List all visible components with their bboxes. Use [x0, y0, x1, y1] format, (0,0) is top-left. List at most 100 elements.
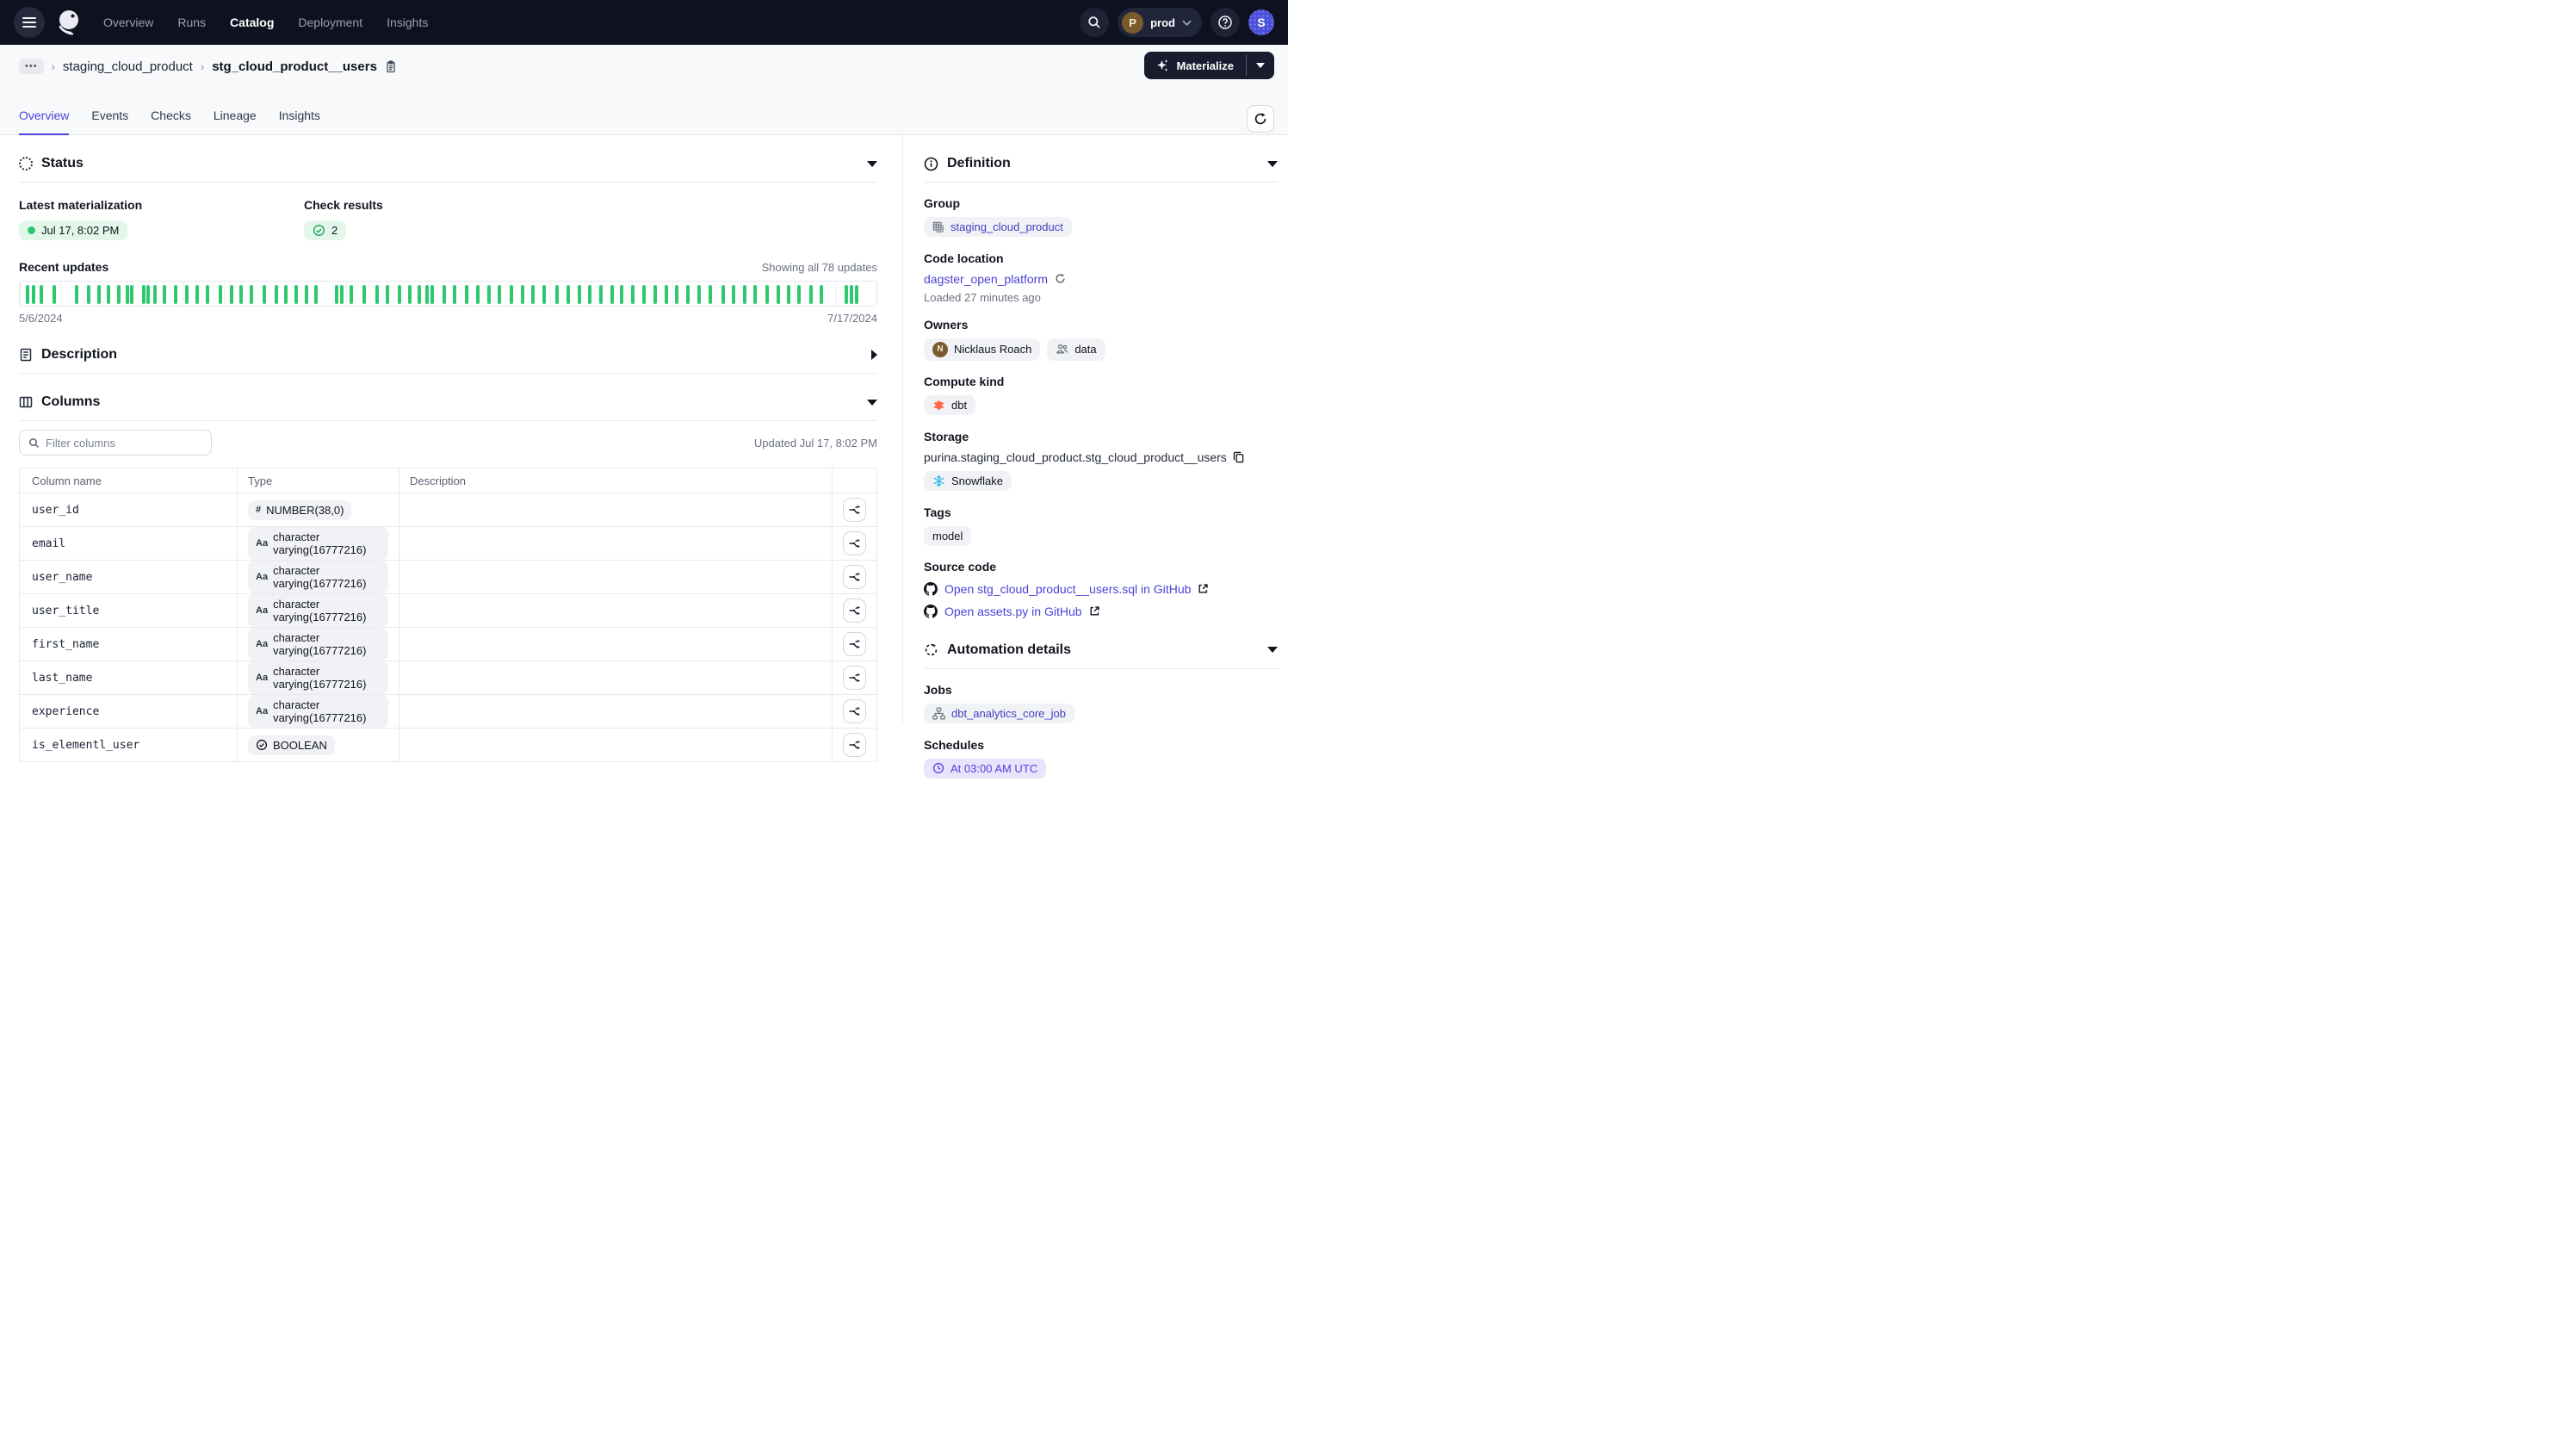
update-bar[interactable]: [163, 285, 166, 304]
update-bar[interactable]: [845, 285, 848, 304]
update-bar[interactable]: [195, 285, 199, 304]
update-bar[interactable]: [350, 285, 353, 304]
update-bar[interactable]: [305, 285, 308, 304]
update-bar[interactable]: [75, 285, 78, 304]
column-lineage-button[interactable]: [843, 733, 866, 757]
update-bar[interactable]: [665, 285, 668, 304]
materialize-dropdown-button[interactable]: [1247, 52, 1274, 79]
user-avatar[interactable]: S: [1248, 9, 1274, 35]
source-code-sql-link[interactable]: Open stg_cloud_product__users.sql in Git…: [944, 582, 1191, 596]
job-pill[interactable]: dbt_analytics_core_job: [924, 704, 1074, 723]
environment-switcher[interactable]: P prod: [1118, 8, 1202, 37]
update-bar[interactable]: [362, 285, 366, 304]
update-bar[interactable]: [408, 285, 412, 304]
update-bar[interactable]: [542, 285, 546, 304]
latest-materialization-pill[interactable]: Jul 17, 8:02 PM: [19, 220, 127, 240]
hamburger-menu-button[interactable]: [14, 7, 45, 38]
dagster-logo-icon[interactable]: [53, 8, 83, 37]
update-bar[interactable]: [487, 285, 491, 304]
compute-kind-pill[interactable]: dbt: [924, 395, 975, 415]
update-bar[interactable]: [620, 285, 623, 304]
reload-icon[interactable]: [1055, 273, 1066, 284]
code-location-link[interactable]: dagster_open_platform: [924, 272, 1048, 286]
column-lineage-button[interactable]: [843, 598, 866, 623]
update-bar[interactable]: [697, 285, 701, 304]
tab-events[interactable]: Events: [91, 109, 128, 135]
update-bar[interactable]: [476, 285, 480, 304]
filter-columns-input[interactable]: [46, 437, 202, 450]
update-bar[interactable]: [284, 285, 288, 304]
update-bar[interactable]: [521, 285, 524, 304]
nav-item-catalog[interactable]: Catalog: [230, 16, 274, 29]
help-button[interactable]: [1211, 8, 1240, 37]
update-bar[interactable]: [809, 285, 813, 304]
update-bar[interactable]: [375, 285, 379, 304]
update-bar[interactable]: [174, 285, 177, 304]
update-bar[interactable]: [87, 285, 90, 304]
update-bar[interactable]: [153, 285, 157, 304]
update-bar[interactable]: [855, 285, 858, 304]
update-bar[interactable]: [219, 285, 222, 304]
automation-collapse-caret[interactable]: [1267, 647, 1278, 653]
tab-overview[interactable]: Overview: [19, 109, 69, 135]
refresh-button[interactable]: [1247, 105, 1274, 133]
group-pill[interactable]: staging_cloud_product: [924, 217, 1072, 237]
update-bar[interactable]: [642, 285, 646, 304]
update-bar[interactable]: [787, 285, 790, 304]
update-bar[interactable]: [721, 285, 725, 304]
status-collapse-caret[interactable]: [867, 161, 877, 167]
tag-pill[interactable]: model: [924, 526, 971, 546]
columns-collapse-caret[interactable]: [867, 400, 877, 406]
update-bar[interactable]: [53, 285, 56, 304]
update-bar[interactable]: [709, 285, 712, 304]
owner-pill[interactable]: N Nicklaus Roach: [924, 338, 1040, 361]
update-bar[interactable]: [126, 285, 129, 304]
update-bar[interactable]: [578, 285, 581, 304]
update-bar[interactable]: [117, 285, 121, 304]
breadcrumb-parent[interactable]: staging_cloud_product: [63, 59, 193, 74]
update-bar[interactable]: [185, 285, 189, 304]
nav-item-insights[interactable]: Insights: [387, 16, 428, 29]
description-expand-caret[interactable]: [871, 350, 877, 360]
update-bar[interactable]: [294, 285, 298, 304]
update-bar[interactable]: [263, 285, 266, 304]
update-bar[interactable]: [314, 285, 318, 304]
column-lineage-button[interactable]: [843, 666, 866, 690]
update-bar[interactable]: [465, 285, 468, 304]
column-lineage-button[interactable]: [843, 699, 866, 723]
update-bar[interactable]: [743, 285, 746, 304]
update-bar[interactable]: [610, 285, 614, 304]
update-bar[interactable]: [777, 285, 780, 304]
schedule-pill[interactable]: At 03:00 AM UTC: [924, 759, 1046, 778]
update-bar[interactable]: [250, 285, 253, 304]
column-lineage-button[interactable]: [843, 565, 866, 589]
update-bar[interactable]: [686, 285, 690, 304]
update-bar[interactable]: [40, 285, 43, 304]
update-bar[interactable]: [206, 285, 209, 304]
copy-icon[interactable]: [1233, 451, 1244, 463]
check-results-pill[interactable]: 2: [304, 220, 346, 240]
update-bar[interactable]: [142, 285, 146, 304]
update-bar[interactable]: [425, 285, 429, 304]
column-lineage-button[interactable]: [843, 632, 866, 656]
tab-insights[interactable]: Insights: [279, 109, 320, 135]
storage-platform-pill[interactable]: Snowflake: [924, 471, 1012, 491]
update-bar[interactable]: [599, 285, 603, 304]
update-bar[interactable]: [146, 285, 150, 304]
update-bar[interactable]: [498, 285, 501, 304]
breadcrumb-ellipsis-button[interactable]: •••: [19, 59, 44, 74]
clipboard-copy-icon[interactable]: [385, 60, 397, 73]
nav-item-overview[interactable]: Overview: [103, 16, 153, 29]
update-bar[interactable]: [130, 285, 133, 304]
materialize-button[interactable]: Materialize: [1144, 52, 1246, 79]
column-lineage-button[interactable]: [843, 531, 866, 555]
update-bar[interactable]: [797, 285, 801, 304]
tab-checks[interactable]: Checks: [151, 109, 191, 135]
update-bar[interactable]: [97, 285, 101, 304]
update-bar[interactable]: [443, 285, 446, 304]
update-bar[interactable]: [386, 285, 389, 304]
update-bar[interactable]: [239, 285, 243, 304]
update-bar[interactable]: [398, 285, 401, 304]
update-bar[interactable]: [588, 285, 591, 304]
update-bar[interactable]: [340, 285, 344, 304]
